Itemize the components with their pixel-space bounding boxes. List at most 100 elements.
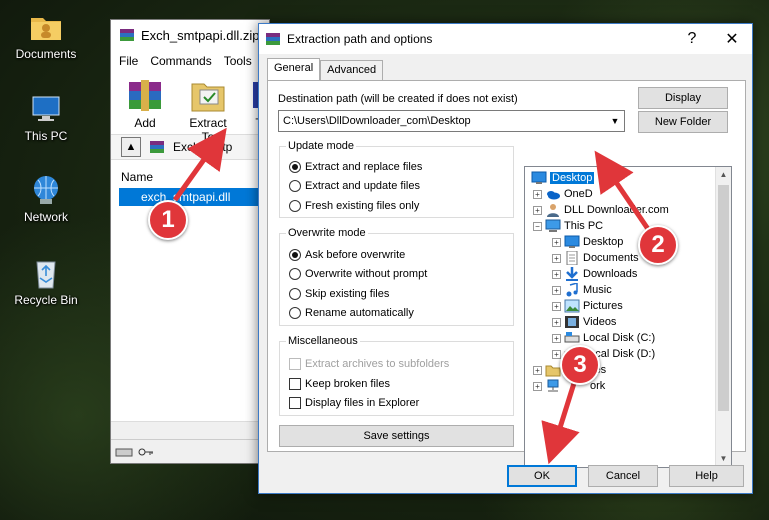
archive-icon xyxy=(150,141,164,153)
overwrite-mode-title: Overwrite mode xyxy=(286,227,368,239)
extraction-dialog: Extraction path and options ? ✕ General … xyxy=(258,23,753,494)
expand-icon[interactable]: + xyxy=(552,253,561,263)
tree-node-pictures[interactable]: + Pictures xyxy=(552,298,623,314)
scroll-up-icon[interactable]: ▲ xyxy=(716,167,731,183)
close-button[interactable]: ✕ xyxy=(712,24,752,54)
expand-icon[interactable]: + xyxy=(552,333,561,343)
misc-option-display-explorer[interactable]: Display files in Explorer xyxy=(289,397,419,409)
expand-icon[interactable]: + xyxy=(533,381,542,391)
chevron-down-icon[interactable]: ▼ xyxy=(606,116,624,126)
expand-icon[interactable]: + xyxy=(552,269,561,279)
expand-icon[interactable]: + xyxy=(552,237,561,247)
overwrite-option-rename[interactable]: Rename automatically xyxy=(289,307,414,319)
update-option-extract-replace[interactable]: Extract and replace files xyxy=(289,161,422,173)
folder-tree[interactable]: Desktop + OneD + DLL Downloader.com − Th… xyxy=(524,166,732,468)
checkbox[interactable] xyxy=(289,378,301,390)
display-button[interactable]: Display xyxy=(638,87,728,109)
add-button[interactable]: Add xyxy=(123,76,167,134)
misc-option-keep-broken[interactable]: Keep broken files xyxy=(289,378,390,390)
documents-icon xyxy=(566,251,578,265)
tree-node-label: ork xyxy=(590,380,606,392)
tree-vertical-scrollbar[interactable]: ▲ ▼ xyxy=(715,167,731,467)
winrar-menubar: File Commands Tools xyxy=(111,50,269,72)
videos-icon xyxy=(565,316,579,328)
tree-node-videos[interactable]: + Videos xyxy=(552,314,616,330)
tree-node-local-disk-c[interactable]: + Local Disk (C:) xyxy=(552,330,655,346)
tree-node-onedrive[interactable]: + OneD xyxy=(533,186,593,202)
file-row[interactable]: exch_smtpapi.dll xyxy=(119,188,267,206)
checkbox[interactable] xyxy=(289,397,301,409)
tree-node-user[interactable]: + DLL Downloader.com xyxy=(533,202,669,218)
radio-button[interactable] xyxy=(289,307,301,319)
expand-icon[interactable]: + xyxy=(533,365,542,375)
desktop-icon xyxy=(564,235,580,248)
expand-icon[interactable]: + xyxy=(552,301,561,311)
overwrite-option-skip[interactable]: Skip existing files xyxy=(289,288,389,300)
tree-node-this-pc[interactable]: − This PC xyxy=(533,218,603,234)
downloads-icon xyxy=(566,267,578,281)
radio-button[interactable] xyxy=(289,288,301,300)
tree-node-music[interactable]: + Music xyxy=(552,282,612,298)
tree-node-desktop[interactable]: Desktop xyxy=(531,170,595,186)
tree-node-this-pc-desktop[interactable]: + Desktop xyxy=(552,234,623,250)
option-label: Keep broken files xyxy=(305,378,390,390)
pictures-icon xyxy=(564,299,580,313)
new-folder-button[interactable]: New Folder xyxy=(638,111,728,133)
expand-icon[interactable]: + xyxy=(533,205,542,215)
up-folder-button[interactable]: ▲ xyxy=(121,137,141,157)
extract-to-icon xyxy=(191,83,225,112)
option-label: Extract and replace files xyxy=(305,161,423,173)
desktop-icon xyxy=(531,171,547,184)
key-icon xyxy=(138,448,153,455)
help-button[interactable]: Help xyxy=(669,465,744,487)
ok-button[interactable]: OK xyxy=(507,465,577,487)
radio-button[interactable] xyxy=(289,249,301,261)
tree-node-label: Desktop xyxy=(550,172,595,184)
menu-commands[interactable]: Commands xyxy=(150,54,211,68)
tree-node-downloads[interactable]: + Downloads xyxy=(552,266,637,282)
help-title-button[interactable]: ? xyxy=(672,24,712,54)
expand-icon[interactable]: + xyxy=(552,317,561,327)
option-label: Extract and update files xyxy=(305,180,420,192)
collapse-icon[interactable]: − xyxy=(533,221,542,231)
dialog-titlebar[interactable]: Extraction path and options ? ✕ xyxy=(259,24,752,54)
desktop-icon-label: This PC xyxy=(24,129,68,143)
radio-button[interactable] xyxy=(289,161,301,173)
tree-node-label: Videos xyxy=(583,316,617,328)
extract-to-button[interactable]: Extract To xyxy=(185,76,231,144)
computer-icon xyxy=(545,219,561,232)
expand-icon[interactable]: + xyxy=(533,189,542,199)
step-badge-3: 3 xyxy=(560,345,600,385)
column-header-name[interactable]: Name xyxy=(111,166,269,188)
destination-path-combo[interactable]: C:\Users\DllDownloader_com\Desktop ▼ xyxy=(278,110,625,132)
tab-general[interactable]: General xyxy=(267,58,321,80)
desktop-icon-documents[interactable]: Documents xyxy=(6,10,86,61)
winrar-titlebar[interactable]: Exch_smtpapi.dll.zip xyxy=(111,20,269,50)
tab-advanced[interactable]: Advanced xyxy=(320,60,384,80)
option-label: Skip existing files xyxy=(305,288,390,300)
expand-icon[interactable]: + xyxy=(552,349,561,359)
tree-node-label: DLL Downloader.com xyxy=(564,204,669,216)
expand-icon[interactable]: + xyxy=(552,285,561,295)
tree-node-label: OneD xyxy=(564,188,593,200)
overwrite-option-without-prompt[interactable]: Overwrite without prompt xyxy=(289,268,427,280)
archive-path[interactable]: Exch_smtp xyxy=(173,140,232,154)
radio-button[interactable] xyxy=(289,180,301,192)
save-settings-button[interactable]: Save settings xyxy=(279,425,514,447)
tree-node-documents[interactable]: + Documents xyxy=(552,250,639,266)
horizontal-scrollbar[interactable] xyxy=(111,421,269,439)
menu-tools[interactable]: Tools xyxy=(224,54,252,68)
update-option-fresh-existing[interactable]: Fresh existing files only xyxy=(289,200,419,212)
overwrite-option-ask[interactable]: Ask before overwrite xyxy=(289,249,405,261)
miscellaneous-group: Miscellaneous Extract archives to subfol… xyxy=(279,335,514,416)
scroll-thumb[interactable] xyxy=(718,185,729,411)
update-option-extract-update[interactable]: Extract and update files xyxy=(289,180,420,192)
desktop-icon-network[interactable]: Network xyxy=(6,173,86,224)
cancel-button[interactable]: Cancel xyxy=(588,465,658,487)
radio-button[interactable] xyxy=(289,268,301,280)
folder-icon xyxy=(31,18,61,40)
desktop-icon-this-pc[interactable]: This PC xyxy=(6,92,86,143)
menu-file[interactable]: File xyxy=(119,54,138,68)
desktop-icon-recycle-bin[interactable]: Recycle Bin xyxy=(6,256,86,307)
radio-button[interactable] xyxy=(289,200,301,212)
